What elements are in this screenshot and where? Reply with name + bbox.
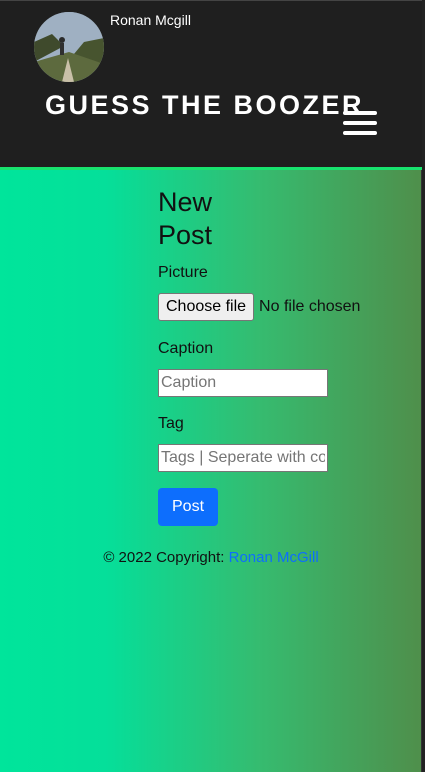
- hamburger-bar: [343, 121, 377, 125]
- author-link[interactable]: Ronan McGill: [229, 549, 319, 566]
- choose-file-button[interactable]: Choose file: [158, 293, 255, 321]
- file-picker: Choose file No file chosen: [158, 293, 388, 321]
- copyright-text: © 2022 Copyright:: [103, 549, 229, 566]
- new-post-form: New Post Picture Choose file No file cho…: [158, 186, 388, 526]
- hamburger-bar: [343, 131, 377, 135]
- post-button[interactable]: Post: [158, 488, 219, 526]
- navbar: Ronan Mcgill GUESS THE BOOZER: [0, 0, 422, 170]
- tag-input[interactable]: [158, 444, 328, 472]
- brand-logo-text[interactable]: GUESS THE BOOZER: [45, 89, 364, 121]
- tag-label: Tag: [158, 415, 184, 432]
- avatar[interactable]: [34, 12, 104, 82]
- page-title: New Post: [158, 187, 213, 250]
- profile-photo: [34, 12, 104, 82]
- picture-label: Picture: [158, 264, 208, 281]
- caption-input[interactable]: [158, 369, 328, 397]
- username: Ronan Mcgill: [110, 12, 191, 28]
- hamburger-menu-icon[interactable]: [343, 111, 377, 135]
- footer: © 2022 Copyright: Ronan McGill: [0, 549, 422, 566]
- caption-label: Caption: [158, 340, 214, 357]
- file-status-text: No file chosen: [259, 298, 361, 315]
- hamburger-bar: [343, 111, 377, 115]
- page-background: Ronan Mcgill GUESS THE BOOZER New Post P…: [0, 0, 422, 772]
